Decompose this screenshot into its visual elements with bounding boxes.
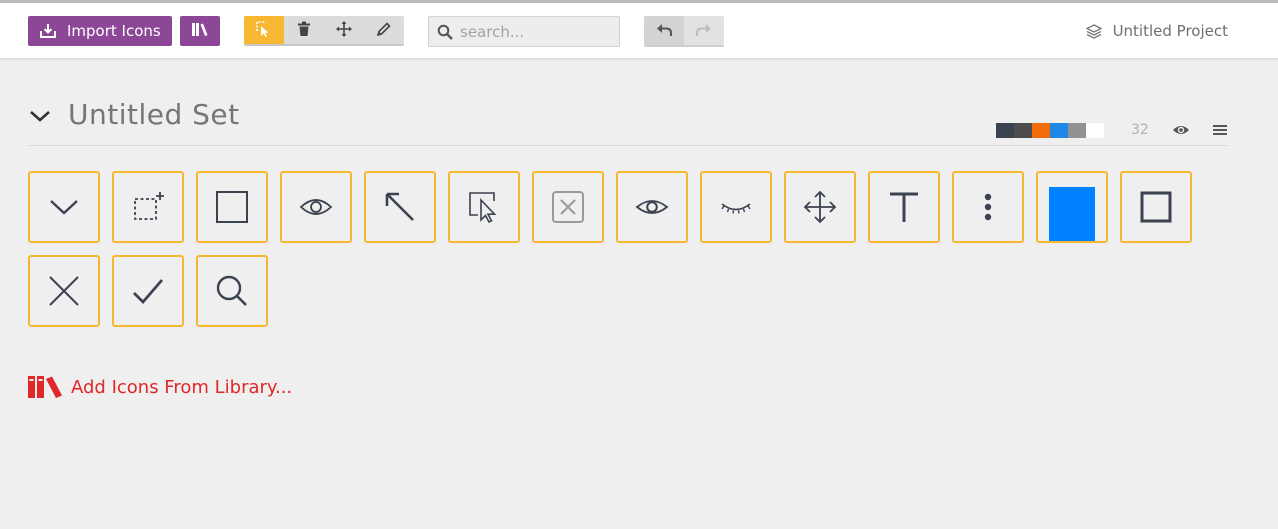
selection-add-icon [130, 189, 166, 225]
import-icons-button[interactable]: Import Icons [28, 16, 172, 46]
icon-tile[interactable] [448, 171, 520, 243]
delete-tool-button[interactable] [284, 16, 324, 44]
library-button[interactable] [180, 16, 220, 46]
import-icons-label: Import Icons [67, 22, 161, 40]
project-selector[interactable]: Untitled Project [1085, 16, 1228, 46]
icon-tile[interactable] [952, 171, 1024, 243]
move-icon [802, 189, 838, 225]
color-swatch [1050, 123, 1068, 138]
pencil-icon [376, 21, 392, 41]
edit-tools-group [244, 16, 404, 46]
cursor-select-icon [255, 20, 273, 42]
icon-set-header: Untitled Set 32 [28, 96, 1228, 146]
arrow-up-left-icon [382, 189, 418, 225]
redo-button[interactable] [684, 16, 724, 45]
color-swatch [1068, 123, 1086, 138]
undo-redo-group [644, 16, 724, 47]
eye-outline-icon [298, 189, 334, 225]
icon-tile[interactable] [112, 171, 184, 243]
icon-tile[interactable] [280, 171, 352, 243]
close-icon [46, 273, 82, 309]
layers-icon [1085, 22, 1103, 40]
icon-tile[interactable] [616, 171, 688, 243]
library-books-icon [27, 374, 63, 400]
toggle-visibility-button[interactable] [1171, 121, 1191, 139]
square-thick-icon [1138, 189, 1174, 225]
chevron-down-icon [29, 108, 51, 127]
undo-button[interactable] [644, 16, 684, 45]
icon-tile[interactable] [196, 255, 268, 327]
blue-rectangle-icon [1049, 173, 1095, 241]
download-tray-icon [39, 22, 57, 40]
check-icon [130, 273, 166, 309]
set-color-palette[interactable] [996, 123, 1104, 138]
select-tool-button[interactable] [244, 16, 284, 44]
icon-tile[interactable] [112, 255, 184, 327]
icon-tile[interactable] [1036, 171, 1108, 243]
dots-vertical-icon [970, 189, 1006, 225]
add-icons-label: Add Icons From Library... [71, 376, 293, 398]
magnify-icon [214, 273, 250, 309]
color-swatch [1086, 123, 1104, 138]
collapse-set-toggle[interactable] [28, 106, 52, 128]
icon-tile[interactable] [532, 171, 604, 243]
icon-tile[interactable] [868, 171, 940, 243]
search-icon [435, 22, 455, 42]
text-icon [886, 189, 922, 225]
icon-tile[interactable] [364, 171, 436, 243]
eye-icon [634, 189, 670, 225]
project-name: Untitled Project [1112, 22, 1228, 40]
cursor-select-icon [466, 189, 502, 225]
redo-arrow-icon [696, 22, 712, 41]
square-icon [214, 189, 250, 225]
set-menu-button[interactable] [1210, 121, 1230, 139]
search-box [428, 16, 620, 47]
set-title[interactable]: Untitled Set [68, 98, 240, 131]
chevron-down-icon [46, 189, 82, 225]
icon-tile[interactable] [700, 171, 772, 243]
icon-tile[interactable] [196, 171, 268, 243]
eye-closed-icon [718, 189, 754, 225]
icon-tile[interactable] [1120, 171, 1192, 243]
color-swatch [996, 123, 1014, 138]
add-icons-from-library-link[interactable]: Add Icons From Library... [27, 374, 292, 400]
color-swatch [1032, 123, 1050, 138]
icon-tile[interactable] [28, 255, 100, 327]
search-input[interactable] [460, 22, 610, 41]
trash-icon [297, 21, 311, 41]
eye-icon [1172, 121, 1190, 140]
hamburger-menu-icon [1212, 121, 1228, 140]
icon-tile[interactable] [784, 171, 856, 243]
library-books-icon [191, 21, 209, 41]
top-toolbar: Import Icons search... Untitled Project [0, 3, 1278, 59]
color-swatch [1014, 123, 1032, 138]
close-box-icon [550, 189, 586, 225]
move-arrows-icon [336, 21, 352, 41]
edit-tool-button[interactable] [364, 16, 404, 44]
icon-count: 32 [1131, 122, 1149, 138]
move-tool-button[interactable] [324, 16, 364, 44]
undo-arrow-icon [656, 22, 672, 41]
icon-tile[interactable] [28, 171, 100, 243]
